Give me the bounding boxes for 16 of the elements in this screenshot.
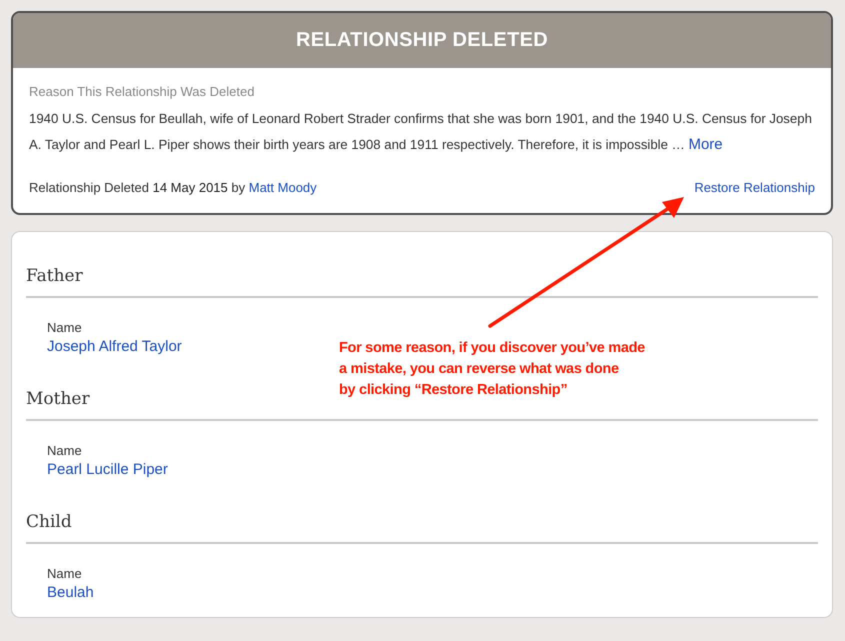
section-heading: Child	[26, 498, 818, 544]
reason-text: 1940 U.S. Census for Beullah, wife of Leonard Robert Strader confirms that she was born 1901, and the 1940 U.S. Census for Joseph A. Taylor and Pearl L. Piper shows their birth years are 1908 and 1911 respectively. Therefore, it is impossible … More	[29, 110, 813, 155]
person-link[interactable]: Pearl Lucille Piper	[47, 461, 168, 478]
more-link[interactable]: More	[688, 136, 723, 153]
field-label: Name	[47, 320, 83, 335]
deleted-info: Relationship Deleted 14 May 2015 by Matt Moody	[29, 180, 317, 195]
restore-link[interactable]: Restore Relationship	[694, 180, 815, 195]
section-heading: Father	[26, 252, 818, 298]
card-title: RELATIONSHIP DELETED	[13, 13, 831, 68]
annotation-text: For some reason, if you discover you’ve made a mistake, you can reverse what was done by clicking “Restore Relationship”	[339, 339, 645, 400]
field-label: Name	[47, 443, 83, 458]
person-link[interactable]: Beulah	[47, 584, 94, 601]
person-link[interactable]: Joseph Alfred Taylor	[47, 338, 182, 355]
author-link[interactable]: Matt Moody	[248, 180, 317, 195]
reason-label: Reason This Relationship Was Deleted	[29, 84, 256, 99]
field-label: Name	[47, 566, 83, 581]
